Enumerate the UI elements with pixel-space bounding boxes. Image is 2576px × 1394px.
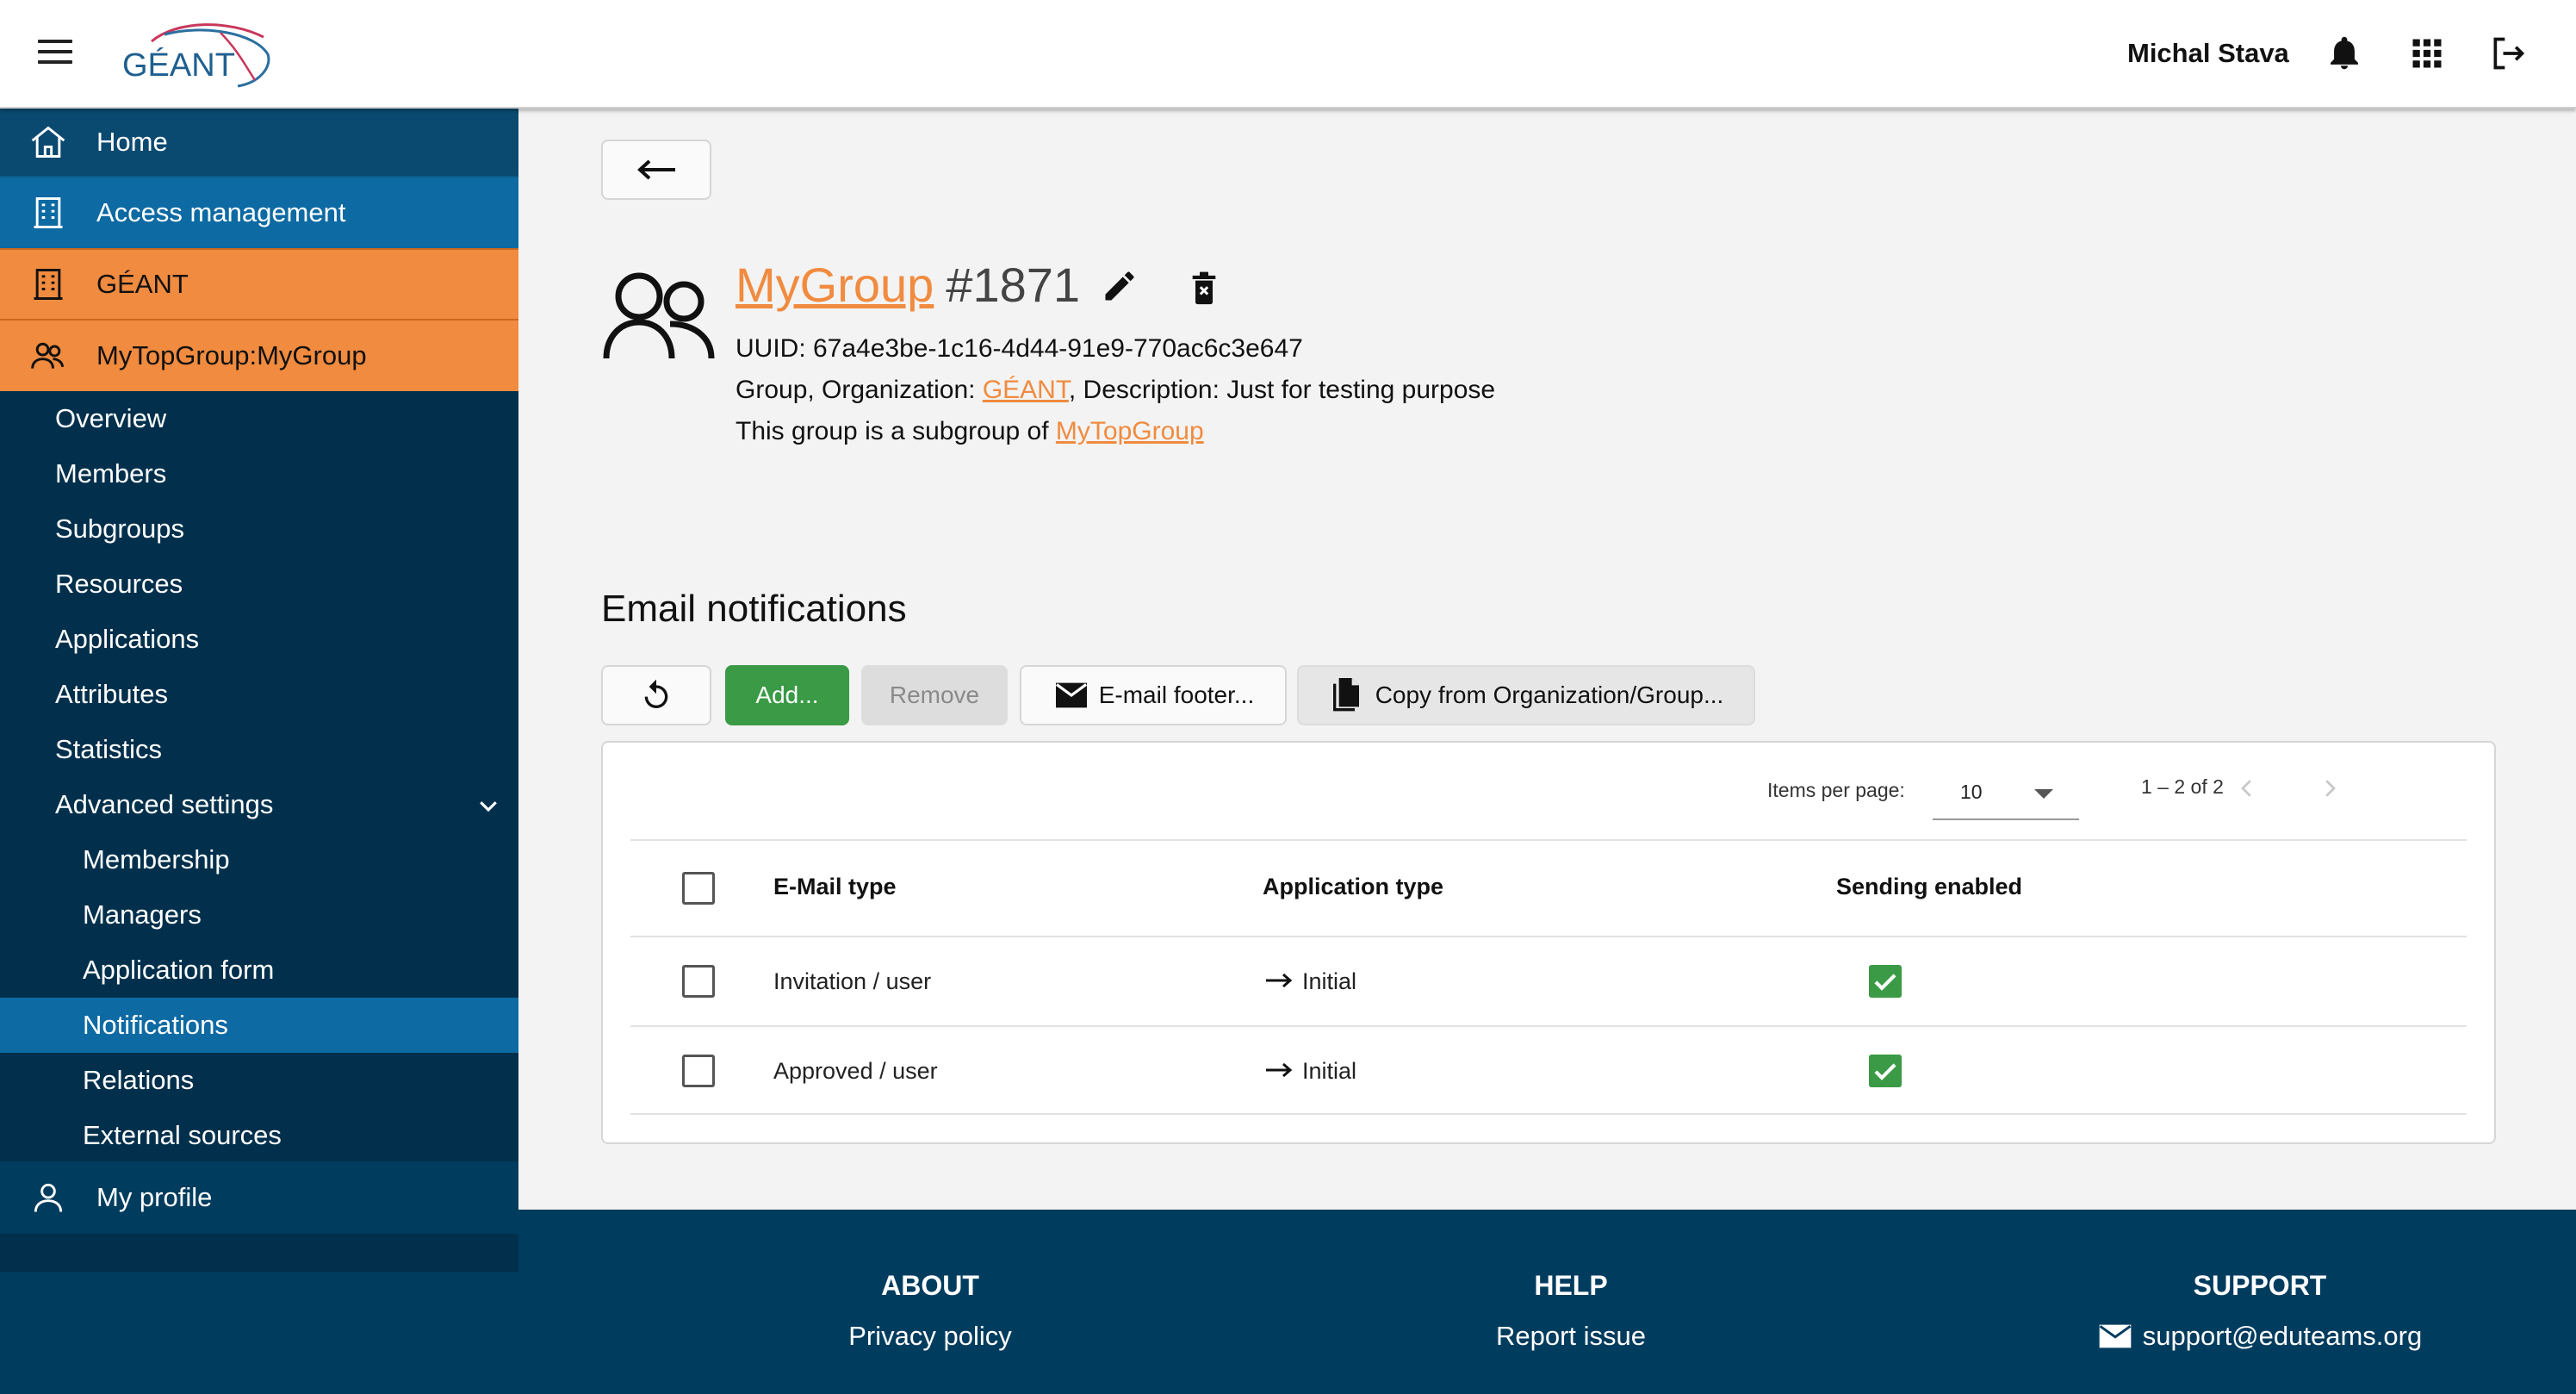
home-icon bbox=[28, 121, 69, 163]
application-type-cell: Initial bbox=[1302, 1058, 1357, 1084]
page-range: 1 – 2 of 2 bbox=[2141, 775, 2224, 798]
sidebar-item-subgroups[interactable]: Subgroups bbox=[0, 501, 518, 557]
arrow-left-icon bbox=[637, 159, 675, 180]
table-row[interactable]: Approved / user Initial bbox=[630, 1025, 2467, 1115]
remove-button[interactable]: Remove bbox=[861, 665, 1008, 725]
sidebar-item-label: Home bbox=[96, 127, 168, 157]
email-type-cell: Approved / user bbox=[773, 1058, 938, 1084]
delete-icon[interactable] bbox=[1187, 269, 1221, 307]
sidebar-item-advanced-settings[interactable]: Advanced settings bbox=[0, 777, 518, 832]
sidebar-item-statistics[interactable]: Statistics bbox=[0, 722, 518, 777]
refresh-button[interactable] bbox=[601, 665, 711, 725]
previous-page-icon[interactable] bbox=[2234, 774, 2260, 803]
group-details: Group, Organization: GÉANT, Description:… bbox=[736, 376, 1496, 404]
report-issue-link[interactable]: Report issue bbox=[1390, 1321, 1752, 1352]
main-content: MyGroup #1871 UUID: 67a4e3be-1c16-4d44-9… bbox=[518, 109, 2576, 1210]
sending-enabled-checkbox[interactable] bbox=[1869, 965, 1902, 998]
copy-icon bbox=[1329, 676, 1367, 714]
sidebar-item-application-form[interactable]: Application form bbox=[0, 943, 518, 998]
group-id: #1871 bbox=[946, 258, 1081, 312]
footer-heading: HELP bbox=[1534, 1270, 1608, 1301]
building-icon bbox=[28, 264, 69, 305]
top-bar: GÉANT Michal Stava bbox=[0, 0, 2576, 109]
group-submenu: Overview Members Subgroups Resources App… bbox=[0, 391, 518, 1272]
footer: ABOUT Privacy policy HELP Report issue S… bbox=[518, 1210, 2576, 1394]
dropdown-arrow-icon bbox=[2034, 789, 2053, 799]
menu-icon[interactable] bbox=[38, 40, 72, 65]
person-icon bbox=[28, 1177, 69, 1218]
back-button[interactable] bbox=[601, 140, 711, 200]
group-name-link[interactable]: MyGroup bbox=[736, 257, 934, 313]
sidebar-item-label: GÉANT bbox=[96, 269, 189, 299]
column-header[interactable]: Application type bbox=[1263, 874, 1443, 900]
sidebar-item-overview[interactable]: Overview bbox=[0, 391, 518, 446]
organization-link[interactable]: GÉANT bbox=[983, 376, 1069, 404]
add-button[interactable]: Add... bbox=[725, 665, 849, 725]
mail-icon bbox=[1052, 676, 1090, 714]
chevron-down-icon bbox=[480, 801, 497, 812]
group-icon bbox=[28, 335, 69, 377]
sidebar-item-applications[interactable]: Applications bbox=[0, 612, 518, 667]
items-per-page-label: Items per page: bbox=[1767, 779, 1905, 801]
sidebar-item-external-sources[interactable]: External sources bbox=[0, 1108, 518, 1163]
footer-heading: ABOUT bbox=[881, 1270, 979, 1301]
sidebar-item-group[interactable]: MyTopGroup:MyGroup bbox=[0, 319, 518, 391]
column-header[interactable]: E-Mail type bbox=[773, 874, 897, 900]
mail-icon bbox=[2099, 1324, 2132, 1348]
svg-text:GÉANT: GÉANT bbox=[122, 47, 235, 84]
bell-icon[interactable] bbox=[2325, 34, 2363, 72]
section-title: Email notifications bbox=[601, 588, 907, 630]
geant-logo[interactable]: GÉANT bbox=[117, 16, 281, 90]
notifications-table-card: Items per page: 10 1 – 2 of 2 E-Mail typ… bbox=[601, 741, 2496, 1144]
footer-heading: SUPPORT bbox=[2193, 1270, 2327, 1301]
table-row[interactable]: Invitation / user Initial bbox=[630, 936, 2467, 1025]
sidebar-item-attributes[interactable]: Attributes bbox=[0, 667, 518, 722]
arrow-right-icon bbox=[1266, 973, 1293, 988]
privacy-policy-link[interactable]: Privacy policy bbox=[749, 1321, 1111, 1352]
building-icon bbox=[28, 192, 69, 233]
sidebar-item-notifications[interactable]: Notifications bbox=[0, 998, 518, 1053]
column-header[interactable]: Sending enabled bbox=[1836, 874, 2022, 900]
sidebar-item-organization[interactable]: GÉANT bbox=[0, 248, 518, 319]
table-header-row: E-Mail type Application type Sending ena… bbox=[630, 839, 2467, 936]
group-parent-info: This group is a subgroup of MyTopGroup bbox=[736, 417, 1204, 445]
sidebar-item-membership[interactable]: Membership bbox=[0, 832, 518, 887]
sidebar-item-managers[interactable]: Managers bbox=[0, 887, 518, 943]
paginator: Items per page: 10 1 – 2 of 2 bbox=[603, 743, 2494, 839]
parent-group-link[interactable]: MyTopGroup bbox=[1056, 417, 1204, 445]
group-uuid: UUID: 67a4e3be-1c16-4d44-91e9-770ac6c3e6… bbox=[736, 334, 1303, 363]
application-type-cell: Initial bbox=[1302, 968, 1357, 994]
next-page-icon[interactable] bbox=[2317, 774, 2343, 803]
sidebar-item-home[interactable]: Home bbox=[0, 109, 518, 177]
arrow-right-icon bbox=[1266, 1062, 1293, 1078]
group-title: MyGroup #1871 bbox=[736, 257, 1080, 313]
sidebar-item-my-profile[interactable]: My profile bbox=[0, 1161, 518, 1234]
sidebar-item-relations[interactable]: Relations bbox=[0, 1053, 518, 1108]
copy-from-button[interactable]: Copy from Organization/Group... bbox=[1297, 665, 1755, 725]
sending-enabled-checkbox[interactable] bbox=[1869, 1055, 1902, 1087]
refresh-icon bbox=[644, 679, 668, 708]
support-email-link[interactable]: support@eduteams.org bbox=[2019, 1321, 2501, 1352]
select-all-checkbox[interactable] bbox=[682, 872, 715, 905]
email-type-cell: Invitation / user bbox=[773, 968, 932, 994]
logout-icon[interactable] bbox=[2489, 34, 2527, 72]
user-name[interactable]: Michal Stava bbox=[2127, 38, 2289, 69]
sidebar-item-label: My profile bbox=[96, 1182, 213, 1212]
footer-help: HELP Report issue bbox=[1390, 1270, 1752, 1352]
sidebar-item-label: Access management bbox=[96, 197, 346, 227]
footer-about: ABOUT Privacy policy bbox=[749, 1270, 1111, 1352]
sidebar-item-access-management[interactable]: Access management bbox=[0, 177, 518, 248]
row-checkbox[interactable] bbox=[682, 965, 715, 998]
footer-support: SUPPORT support@eduteams.org bbox=[2019, 1270, 2501, 1352]
sidebar-item-label: MyTopGroup:MyGroup bbox=[96, 340, 367, 370]
sidebar-item-resources[interactable]: Resources bbox=[0, 557, 518, 612]
sidebar-item-members[interactable]: Members bbox=[0, 446, 518, 501]
sidebar: Home Access management GÉANT MyTopGroup:… bbox=[0, 109, 518, 1394]
email-footer-button[interactable]: E-mail footer... bbox=[1020, 665, 1287, 725]
group-icon bbox=[601, 269, 718, 364]
row-checkbox[interactable] bbox=[682, 1055, 715, 1087]
apps-grid-icon[interactable] bbox=[2408, 34, 2446, 72]
edit-icon[interactable] bbox=[1101, 267, 1139, 305]
items-per-page-select[interactable]: 10 bbox=[1933, 767, 2079, 820]
